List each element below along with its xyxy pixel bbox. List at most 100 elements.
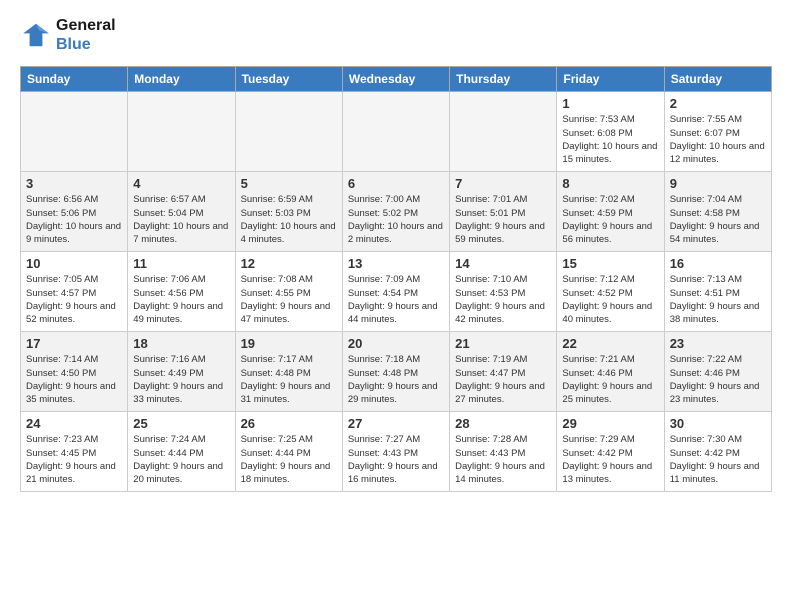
calendar-cell: 7 Sunrise: 7:01 AM Sunset: 5:01 PM Daylig… [450,172,557,252]
calendar-cell: 23 Sunrise: 7:22 AM Sunset: 4:46 PM Dayli… [664,332,771,412]
day-info: Sunrise: 6:56 AM Sunset: 5:06 PM Dayligh… [26,193,122,246]
calendar-cell: 12 Sunrise: 7:08 AM Sunset: 4:55 PM Dayli… [235,252,342,332]
page-container: General Blue SundayMondayTuesdayWednesda… [0,0,792,508]
calendar-cell: 22 Sunrise: 7:21 AM Sunset: 4:46 PM Dayli… [557,332,664,412]
day-info: Sunrise: 7:21 AM Sunset: 4:46 PM Dayligh… [562,353,658,406]
calendar-cell: 1 Sunrise: 7:53 AM Sunset: 6:08 PM Daylig… [557,92,664,172]
day-number: 16 [670,256,766,271]
day-number: 27 [348,416,444,431]
day-info: Sunrise: 7:22 AM Sunset: 4:46 PM Dayligh… [670,353,766,406]
calendar-table: SundayMondayTuesdayWednesdayThursdayFrid… [20,66,772,492]
calendar-body: 1 Sunrise: 7:53 AM Sunset: 6:08 PM Daylig… [21,92,772,492]
day-number: 14 [455,256,551,271]
day-info: Sunrise: 7:53 AM Sunset: 6:08 PM Dayligh… [562,113,658,166]
day-info: Sunrise: 7:24 AM Sunset: 4:44 PM Dayligh… [133,433,229,486]
calendar-cell [128,92,235,172]
day-number: 12 [241,256,337,271]
weekday-friday: Friday [557,67,664,92]
calendar-cell: 13Sunrise: 7:09 AM Sunset: 4:54 PM Dayli… [342,252,449,332]
day-number: 10 [26,256,122,271]
calendar-cell: 30Sunrise: 7:30 AM Sunset: 4:42 PM Dayli… [664,412,771,492]
day-number: 1 [562,96,658,111]
calendar-cell: 26Sunrise: 7:25 AM Sunset: 4:44 PM Dayli… [235,412,342,492]
weekday-thursday: Thursday [450,67,557,92]
day-info: Sunrise: 7:06 AM Sunset: 4:56 PM Dayligh… [133,273,229,326]
calendar-week-5: 24 Sunrise: 7:23 AM Sunset: 4:45 PM Dayli… [21,412,772,492]
day-number: 9 [670,176,766,191]
day-number: 24 [26,416,122,431]
calendar-cell: 18 Sunrise: 7:16 AM Sunset: 4:49 PM Dayli… [128,332,235,412]
day-info: Sunrise: 7:18 AM Sunset: 4:48 PM Dayligh… [348,353,444,406]
day-info: Sunrise: 7:17 AM Sunset: 4:48 PM Dayligh… [241,353,337,406]
day-info: Sunrise: 7:10 AM Sunset: 4:53 PM Dayligh… [455,273,551,326]
day-info: Sunrise: 7:02 AM Sunset: 4:59 PM Dayligh… [562,193,658,246]
day-info: Sunrise: 7:08 AM Sunset: 4:55 PM Dayligh… [241,273,337,326]
calendar-cell: 24 Sunrise: 7:23 AM Sunset: 4:45 PM Dayli… [21,412,128,492]
calendar-cell: 17 Sunrise: 7:14 AM Sunset: 4:50 PM Dayli… [21,332,128,412]
day-number: 2 [670,96,766,111]
weekday-tuesday: Tuesday [235,67,342,92]
day-number: 29 [562,416,658,431]
day-info: Sunrise: 7:23 AM Sunset: 4:45 PM Dayligh… [26,433,122,486]
day-info: Sunrise: 7:14 AM Sunset: 4:50 PM Dayligh… [26,353,122,406]
weekday-monday: Monday [128,67,235,92]
day-info: Sunrise: 7:19 AM Sunset: 4:47 PM Dayligh… [455,353,551,406]
calendar-cell: 19 Sunrise: 7:17 AM Sunset: 4:48 PM Dayli… [235,332,342,412]
calendar-week-4: 17 Sunrise: 7:14 AM Sunset: 4:50 PM Dayli… [21,332,772,412]
calendar-cell: 27 Sunrise: 7:27 AM Sunset: 4:43 PM Dayli… [342,412,449,492]
day-number: 25 [133,416,229,431]
day-number: 23 [670,336,766,351]
day-number: 18 [133,336,229,351]
day-number: 21 [455,336,551,351]
calendar-cell: 25 Sunrise: 7:24 AM Sunset: 4:44 PM Dayli… [128,412,235,492]
day-info: Sunrise: 6:59 AM Sunset: 5:03 PM Dayligh… [241,193,337,246]
weekday-sunday: Sunday [21,67,128,92]
calendar-cell: 15 Sunrise: 7:12 AM Sunset: 4:52 PM Dayli… [557,252,664,332]
calendar-cell: 21 Sunrise: 7:19 AM Sunset: 4:47 PM Dayli… [450,332,557,412]
calendar-week-1: 1 Sunrise: 7:53 AM Sunset: 6:08 PM Daylig… [21,92,772,172]
day-info: Sunrise: 7:04 AM Sunset: 4:58 PM Dayligh… [670,193,766,246]
weekday-header-row: SundayMondayTuesdayWednesdayThursdayFrid… [21,67,772,92]
calendar-cell: 29Sunrise: 7:29 AM Sunset: 4:42 PM Dayli… [557,412,664,492]
day-info: Sunrise: 7:16 AM Sunset: 4:49 PM Dayligh… [133,353,229,406]
day-info: Sunrise: 7:05 AM Sunset: 4:57 PM Dayligh… [26,273,122,326]
calendar-cell [235,92,342,172]
day-number: 19 [241,336,337,351]
day-number: 17 [26,336,122,351]
day-number: 7 [455,176,551,191]
calendar-week-3: 10 Sunrise: 7:05 AM Sunset: 4:57 PM Dayli… [21,252,772,332]
calendar-cell: 14 Sunrise: 7:10 AM Sunset: 4:53 PM Dayli… [450,252,557,332]
day-info: Sunrise: 7:27 AM Sunset: 4:43 PM Dayligh… [348,433,444,486]
calendar-cell: 8 Sunrise: 7:02 AM Sunset: 4:59 PM Daylig… [557,172,664,252]
weekday-saturday: Saturday [664,67,771,92]
day-info: Sunrise: 6:57 AM Sunset: 5:04 PM Dayligh… [133,193,229,246]
header: General Blue [20,16,772,54]
calendar-week-2: 3Sunrise: 6:56 AM Sunset: 5:06 PM Daylig… [21,172,772,252]
day-number: 15 [562,256,658,271]
calendar-cell: 11 Sunrise: 7:06 AM Sunset: 4:56 PM Dayli… [128,252,235,332]
day-number: 8 [562,176,658,191]
calendar-cell: 2 Sunrise: 7:55 AM Sunset: 6:07 PM Daylig… [664,92,771,172]
calendar-cell [21,92,128,172]
calendar-cell: 20 Sunrise: 7:18 AM Sunset: 4:48 PM Dayli… [342,332,449,412]
day-info: Sunrise: 7:00 AM Sunset: 5:02 PM Dayligh… [348,193,444,246]
calendar-cell: 4Sunrise: 6:57 AM Sunset: 5:04 PM Daylig… [128,172,235,252]
calendar-cell: 3Sunrise: 6:56 AM Sunset: 5:06 PM Daylig… [21,172,128,252]
day-number: 28 [455,416,551,431]
day-number: 11 [133,256,229,271]
day-number: 5 [241,176,337,191]
day-info: Sunrise: 7:25 AM Sunset: 4:44 PM Dayligh… [241,433,337,486]
calendar-cell: 9 Sunrise: 7:04 AM Sunset: 4:58 PM Daylig… [664,172,771,252]
day-info: Sunrise: 7:01 AM Sunset: 5:01 PM Dayligh… [455,193,551,246]
day-info: Sunrise: 7:12 AM Sunset: 4:52 PM Dayligh… [562,273,658,326]
logo-text: General Blue [56,16,116,54]
calendar-cell [450,92,557,172]
day-info: Sunrise: 7:55 AM Sunset: 6:07 PM Dayligh… [670,113,766,166]
calendar-cell [342,92,449,172]
day-info: Sunrise: 7:13 AM Sunset: 4:51 PM Dayligh… [670,273,766,326]
day-info: Sunrise: 7:09 AM Sunset: 4:54 PM Dayligh… [348,273,444,326]
calendar-cell: 16 Sunrise: 7:13 AM Sunset: 4:51 PM Dayli… [664,252,771,332]
day-number: 22 [562,336,658,351]
logo: General Blue [20,16,116,54]
day-number: 20 [348,336,444,351]
